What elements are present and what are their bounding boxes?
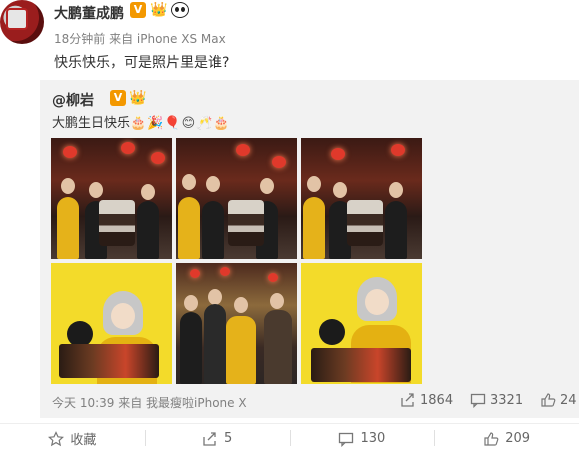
repost-author[interactable]: @柳岩	[52, 90, 94, 110]
repost-card: @柳岩 V 👑 大鹏生日快乐🎂🎉🎈😊🥂🎂 今天 10:39 来自 我最瘦啦iPh…	[40, 80, 579, 418]
thumbs-up-icon	[484, 431, 499, 446]
photo-2[interactable]	[176, 138, 297, 259]
share-count: 5	[223, 431, 233, 446]
favorite-label: 收藏	[70, 433, 97, 448]
vip-crown-icon[interactable]: 👑	[129, 90, 146, 106]
author-name[interactable]: 大鹏董成鹏	[54, 3, 124, 23]
post-meta: 18分钟前 来自 iPhone XS Max	[54, 32, 226, 46]
repost-footer: 今天 10:39 来自 我最瘦啦iPhone X	[52, 396, 247, 410]
share-button[interactable]: 5	[144, 426, 290, 451]
verified-badge-icon[interactable]: V	[130, 2, 146, 18]
photo-6[interactable]	[301, 263, 422, 384]
photo-3[interactable]	[301, 138, 422, 259]
photo-4[interactable]	[51, 263, 172, 384]
avatar-image	[6, 8, 28, 30]
thumbs-up-icon	[541, 393, 556, 407]
verified-badge-icon[interactable]: V	[110, 90, 126, 106]
favorite-button[interactable]: 收藏	[0, 426, 145, 451]
photo-5[interactable]	[176, 263, 297, 384]
comment-icon	[470, 393, 486, 408]
repost-emoji-tail: 🎂🎉🎈😊🥂🎂	[130, 116, 231, 131]
repost-comment-stat[interactable]: 3321	[470, 392, 523, 408]
like-count: 209	[505, 431, 531, 446]
share-icon	[203, 431, 216, 446]
action-bar: 收藏 5 130 209	[0, 426, 579, 451]
repost-badges: V 👑	[110, 90, 146, 106]
post-text: 快乐快乐，可是照片里是谁?	[54, 55, 230, 71]
repost-share-count: 1864	[420, 392, 454, 408]
repost-share-stat[interactable]: 1864	[400, 392, 453, 408]
repost-text-body: 大鹏生日快乐	[52, 116, 131, 131]
like-button[interactable]: 209	[434, 426, 579, 451]
author-badges: V 👑	[130, 2, 190, 18]
action-bar-divider	[0, 423, 579, 424]
comment-button[interactable]: 130	[289, 426, 435, 451]
star-icon	[48, 430, 65, 446]
share-icon	[401, 393, 414, 407]
author-avatar[interactable]	[0, 0, 44, 44]
comment-count: 130	[360, 431, 386, 446]
repost-comment-count: 3321	[490, 392, 524, 408]
comment-icon	[339, 432, 354, 447]
photo-1[interactable]	[51, 138, 172, 259]
repost-like-count: 24	[560, 392, 577, 408]
repost-text: 大鹏生日快乐🎂🎉🎈😊🥂🎂	[52, 112, 231, 131]
repost-like-stat[interactable]: 24	[540, 392, 577, 408]
vip-crown-icon[interactable]: 👑	[150, 2, 167, 18]
panda-badge-icon[interactable]	[171, 2, 190, 18]
